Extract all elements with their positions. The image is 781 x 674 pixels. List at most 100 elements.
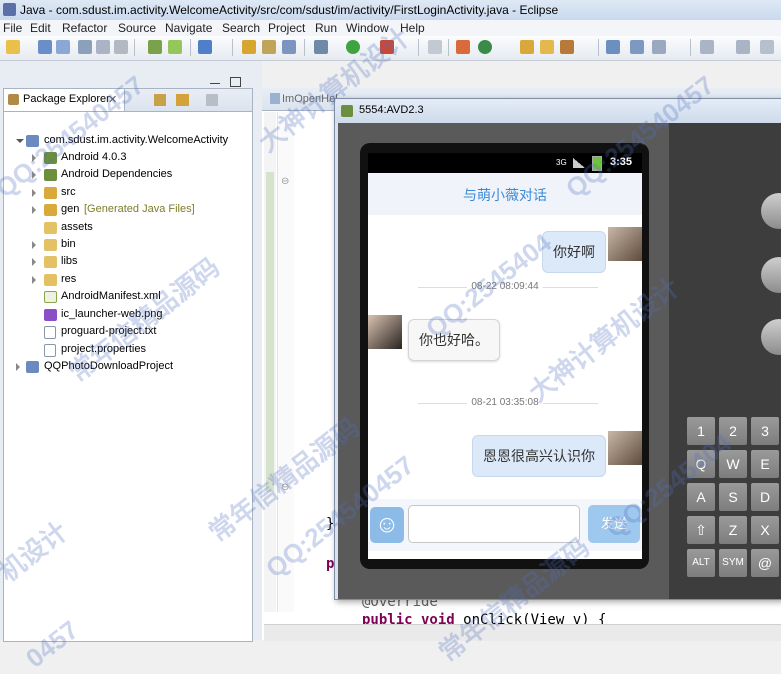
key-w[interactable]: W: [719, 450, 747, 478]
open-task-icon[interactable]: [262, 40, 276, 54]
checklist-icon[interactable]: [198, 40, 212, 54]
collapse-arrow-icon[interactable]: [32, 206, 36, 214]
message-bubble-right[interactable]: 恩恩很高兴认识你: [472, 435, 606, 477]
collapse-arrow-icon[interactable]: [32, 154, 36, 162]
folding-ruler: ⊖ ⊖: [277, 112, 294, 612]
tree-item-android-dependencies[interactable]: Android Dependencies: [4, 167, 252, 184]
menu-file[interactable]: File: [3, 21, 22, 35]
external-tools-icon[interactable]: [380, 40, 394, 54]
android-sdk-icon[interactable]: [148, 40, 162, 54]
key-1[interactable]: 1: [687, 417, 715, 445]
collapse-arrow-icon[interactable]: [32, 258, 36, 266]
menu-refactor[interactable]: Refactor: [62, 21, 107, 35]
key-2[interactable]: 2: [719, 417, 747, 445]
home-button[interactable]: [761, 319, 781, 355]
menu-window[interactable]: Window: [346, 21, 389, 35]
collapse-all-icon[interactable]: [154, 94, 166, 106]
save-all-icon[interactable]: [56, 40, 70, 54]
collapse-arrow-icon[interactable]: [32, 171, 36, 179]
tree-item-android-403[interactable]: Android 4.0.3: [4, 150, 252, 167]
open-type-icon[interactable]: [242, 40, 256, 54]
minimize-icon[interactable]: [210, 83, 220, 84]
emoji-icon[interactable]: ☺: [370, 507, 404, 543]
package-explorer-tab[interactable]: Package Explorer ✕: [4, 89, 125, 111]
tree-item-qqphoto-project[interactable]: QQPhotoDownloadProject: [4, 359, 252, 376]
key-s[interactable]: S: [719, 483, 747, 511]
key-e[interactable]: E: [751, 450, 779, 478]
folder-icon: [44, 239, 57, 251]
tree-item-libs[interactable]: libs: [4, 254, 252, 271]
collapse-arrow-icon[interactable]: [16, 363, 20, 371]
annotation-icon[interactable]: [606, 40, 620, 54]
tree-item-res[interactable]: res: [4, 272, 252, 289]
paste-icon[interactable]: [114, 40, 128, 54]
editor-tab-label[interactable]: ImOpenHel: [282, 93, 338, 105]
tree-item-project-properties[interactable]: project.properties: [4, 342, 252, 359]
key-q[interactable]: Q: [687, 450, 715, 478]
menu-edit[interactable]: Edit: [30, 21, 51, 35]
expand-arrow-icon[interactable]: [16, 139, 24, 143]
key-alt[interactable]: ALT: [687, 549, 715, 577]
key-d[interactable]: D: [751, 483, 779, 511]
tree-item-project[interactable]: com.sdust.im.activity.WelcomeActivity: [4, 133, 252, 150]
menu-help[interactable]: Help: [400, 21, 425, 35]
package-explorer: Package Explorer ✕ com.sdust.im.activity…: [3, 77, 253, 642]
menu-project[interactable]: Project: [268, 21, 305, 35]
open-folder-icon[interactable]: [520, 40, 534, 54]
tree-item-assets[interactable]: assets: [4, 220, 252, 237]
key-x[interactable]: X: [751, 516, 779, 544]
copy-icon[interactable]: [96, 40, 110, 54]
view-menu-icon[interactable]: [206, 94, 218, 106]
menu-navigate[interactable]: Navigate: [165, 21, 212, 35]
key-shift[interactable]: ⇧: [687, 516, 715, 544]
last-edit-icon[interactable]: [760, 40, 774, 54]
new-java-project-icon[interactable]: [456, 40, 470, 54]
message-input[interactable]: [408, 505, 580, 543]
menu-run[interactable]: Run: [315, 21, 337, 35]
key-at[interactable]: @: [751, 549, 779, 577]
key-z[interactable]: Z: [719, 516, 747, 544]
collapse-arrow-icon[interactable]: [32, 189, 36, 197]
tree-label: gen: [61, 203, 80, 215]
menu-search[interactable]: Search: [222, 21, 260, 35]
avd-manager-icon[interactable]: [168, 40, 182, 54]
search-tool-icon[interactable]: [560, 40, 574, 54]
call-button[interactable]: [761, 257, 781, 293]
fold-icon[interactable]: ⊖: [281, 176, 289, 187]
tree-item-src[interactable]: src: [4, 185, 252, 202]
key-sym[interactable]: SYM: [719, 549, 747, 577]
fold-icon[interactable]: ⊖: [281, 482, 289, 493]
collapse-arrow-icon[interactable]: [32, 276, 36, 284]
folder-icon[interactable]: [540, 40, 554, 54]
save-icon[interactable]: [38, 40, 52, 54]
key-a[interactable]: A: [687, 483, 715, 511]
back-icon[interactable]: [700, 40, 714, 54]
maximize-icon[interactable]: [230, 77, 241, 87]
tree-item-launcher-png[interactable]: ic_launcher-web.png: [4, 307, 252, 324]
print-icon[interactable]: [78, 40, 92, 54]
camera-button[interactable]: [761, 193, 781, 229]
close-icon[interactable]: ✕: [108, 93, 117, 106]
send-button[interactable]: 发送: [588, 505, 640, 543]
tree-label: Android 4.0.3: [61, 151, 127, 163]
link-with-editor-icon[interactable]: [176, 94, 189, 106]
message-bubble-right[interactable]: 你好啊: [542, 231, 606, 273]
tree-item-proguard[interactable]: proguard-project.txt: [4, 324, 252, 341]
key-3[interactable]: 3: [751, 417, 779, 445]
run-icon[interactable]: [346, 40, 360, 54]
new-class-icon[interactable]: [478, 40, 492, 54]
tree-item-gen[interactable]: gen [Generated Java Files]: [4, 202, 252, 219]
menu-source[interactable]: Source: [118, 21, 156, 35]
tree-item-bin[interactable]: bin: [4, 237, 252, 254]
debug-icon[interactable]: [314, 40, 328, 54]
new-icon[interactable]: [6, 40, 20, 54]
forward-icon[interactable]: [736, 40, 750, 54]
prev-annotation-icon[interactable]: [652, 40, 666, 54]
horizontal-scrollbar[interactable]: [264, 624, 781, 641]
next-annotation-icon[interactable]: [630, 40, 644, 54]
collapse-arrow-icon[interactable]: [32, 241, 36, 249]
lint-icon[interactable]: [282, 40, 296, 54]
pin-icon[interactable]: [428, 40, 442, 54]
message-bubble-left[interactable]: 你也好哈。: [408, 319, 500, 361]
tree-item-manifest[interactable]: AndroidManifest.xml: [4, 289, 252, 306]
